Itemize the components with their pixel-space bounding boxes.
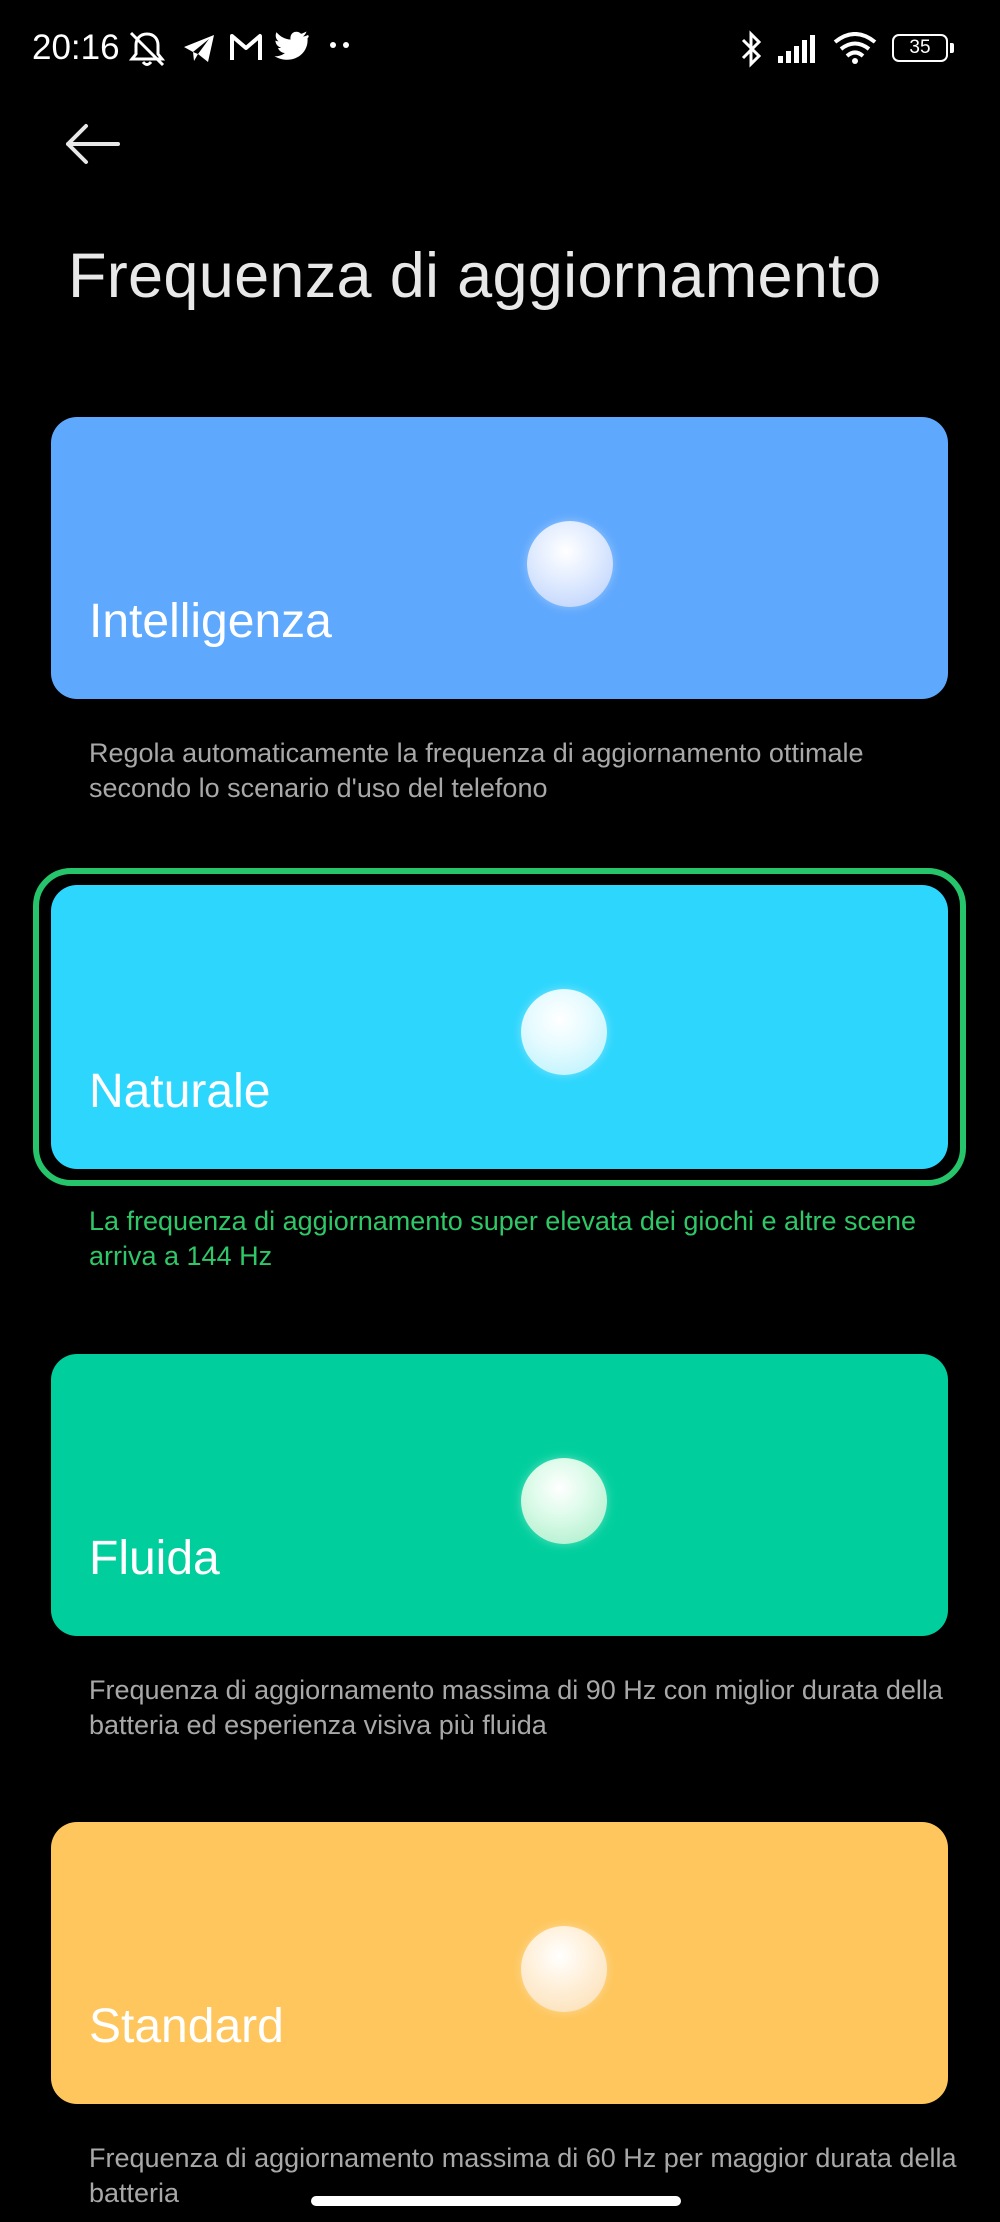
- mode-orb-icon: [521, 1458, 607, 1544]
- mode-label: Standard: [89, 2000, 284, 2053]
- mode-description: Regola automaticamente la frequenza di a…: [89, 738, 864, 803]
- signal-icon: [776, 34, 818, 64]
- twitter-icon: [274, 30, 310, 62]
- mode-description-selected: La frequenza di aggiornamento super elev…: [89, 1206, 917, 1271]
- mode-label: Fluida: [89, 1532, 220, 1585]
- page-title: Frequenza di aggiornamento: [68, 241, 882, 311]
- mode-orb-icon: [521, 1926, 607, 2012]
- mode-label: Intelligenza: [89, 595, 332, 648]
- status-bar: 20:16 35: [0, 0, 1000, 100]
- more-dots-icon: [329, 40, 351, 50]
- arrow-left-icon: [66, 124, 120, 164]
- mode-orb-icon: [521, 989, 607, 1075]
- battery-icon: 35: [892, 34, 954, 62]
- status-time: 20:16: [32, 28, 120, 67]
- home-indicator[interactable]: [311, 2196, 681, 2206]
- refresh-rate-screen: 20:16 35 Frequenza di aggiornamento Inte…: [0, 0, 1000, 2222]
- bluetooth-icon: [739, 30, 765, 68]
- mode-card-standard[interactable]: Standard: [51, 1822, 948, 2104]
- wifi-icon: [833, 32, 877, 64]
- mode-orb-icon: [527, 521, 613, 607]
- back-button[interactable]: [62, 122, 138, 182]
- gmail-icon: [228, 30, 264, 64]
- mode-card-intelligenza[interactable]: Intelligenza: [51, 417, 948, 699]
- mode-label: Naturale: [89, 1065, 271, 1118]
- mode-card-naturale[interactable]: Naturale: [51, 885, 948, 1169]
- telegram-icon: [181, 30, 217, 66]
- mode-description: Frequenza di aggiornamento massima di 90…: [89, 1675, 943, 1740]
- mode-card-fluida[interactable]: Fluida: [51, 1354, 948, 1636]
- mute-notifications-icon: [127, 30, 167, 68]
